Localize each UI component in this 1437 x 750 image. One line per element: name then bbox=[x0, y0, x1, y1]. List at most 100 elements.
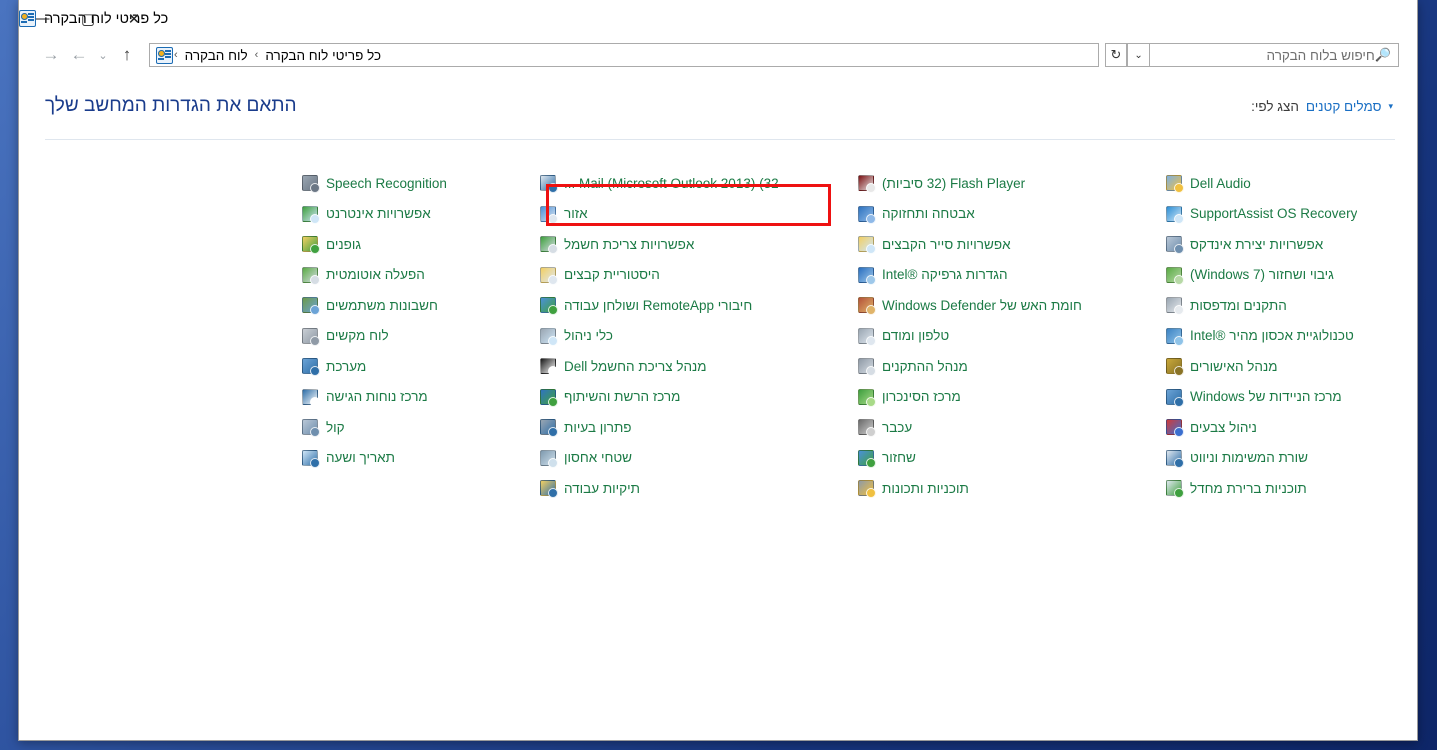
control-panel-item[interactable]: תוכניות ברירת מחדל bbox=[1165, 473, 1395, 504]
control-panel-item[interactable]: שחזור bbox=[857, 443, 1087, 474]
control-panel-item-label: מנהל ההתקנים bbox=[882, 358, 968, 374]
control-panel-item[interactable]: מערכת bbox=[301, 351, 501, 382]
internet-options-icon bbox=[301, 205, 320, 224]
refresh-button[interactable]: ↻ bbox=[1105, 43, 1127, 67]
programs-features-icon bbox=[857, 479, 876, 499]
control-panel-item[interactable]: התקנים ומדפסות bbox=[1165, 290, 1395, 321]
back-button[interactable]: ← bbox=[65, 42, 93, 68]
view-by-control[interactable]: הצג לפי: סמלים קטנים ▾ bbox=[1251, 99, 1395, 114]
control-panel-item[interactable]: אפשרויות אינטרנט bbox=[301, 199, 501, 230]
control-panel-item[interactable]: Mail (Microsoft Outlook 2013) (32 ... bbox=[539, 168, 839, 199]
control-panel-item[interactable]: תוכניות ותכונות bbox=[857, 473, 1087, 504]
control-panel-item-label: לוח מקשים bbox=[326, 328, 389, 344]
taskbar-navigation-icon bbox=[1165, 449, 1184, 468]
control-panel-item[interactable]: שורת המשימות וניווט bbox=[1165, 443, 1395, 474]
control-panel-item[interactable]: עכבר bbox=[857, 412, 1087, 443]
control-panel-item[interactable]: מרכז הרשת והשיתוף bbox=[539, 382, 839, 413]
control-panel-item[interactable]: אבטחה ותחזוקה bbox=[857, 199, 1087, 230]
control-panel-item[interactable]: טלפון ומודם bbox=[857, 321, 1087, 352]
search-box[interactable]: חיפוש בלוח הבקרה 🔍 bbox=[1149, 43, 1399, 67]
navigation-arrows: → ← ⌄ ↑ bbox=[37, 42, 141, 68]
control-panel-item-label: חומת האש של Windows Defender bbox=[882, 297, 1082, 313]
breadcrumb-separator-1: › bbox=[174, 49, 178, 61]
control-panel-item[interactable]: אפשרויות צריכת חשמל bbox=[539, 229, 839, 260]
control-panel-item-label: טכנולוגיית אכסון מהיר ®Intel bbox=[1190, 328, 1354, 344]
view-by-label: הצג לפי: bbox=[1251, 98, 1299, 114]
flash-player-icon bbox=[857, 174, 876, 194]
work-folders-icon bbox=[539, 479, 558, 499]
control-panel-item-label: שטחי אחסון bbox=[564, 450, 633, 466]
chevron-down-icon: ⌄ bbox=[1134, 49, 1143, 61]
maximize-icon: ▢ bbox=[80, 10, 96, 28]
view-by-value[interactable]: סמלים קטנים bbox=[1306, 99, 1382, 114]
control-panel-item[interactable]: הגדרות גרפיקה ®Intel bbox=[857, 260, 1087, 291]
control-panel-item-label: Flash Player (32 סיביות) bbox=[882, 175, 1026, 191]
mail-outlook-icon bbox=[539, 174, 558, 194]
items-columns: Dell Audio SupportAssist OS Recovery אפשרו… bbox=[45, 168, 1395, 504]
control-panel-item-label: שורת המשימות וניווט bbox=[1190, 450, 1308, 466]
color-management-icon bbox=[1165, 418, 1184, 438]
administrative-tools-icon bbox=[539, 327, 558, 346]
control-panel-item-label: הפעלה אוטומטית bbox=[326, 267, 425, 283]
control-panel-item[interactable]: מנהל צריכת החשמל Dell bbox=[539, 351, 839, 382]
recent-locations-button[interactable]: ⌄ bbox=[93, 42, 113, 68]
search-input[interactable]: חיפוש בלוח הבקרה bbox=[1157, 48, 1375, 63]
control-panel-item[interactable]: חומת האש של Windows Defender bbox=[857, 290, 1087, 321]
control-panel-item[interactable]: מרכז הסינכרון bbox=[857, 382, 1087, 413]
control-panel-item[interactable]: מנהל האישורים bbox=[1165, 351, 1395, 382]
control-panel-item[interactable]: אפשרויות סייר הקבצים bbox=[857, 229, 1087, 260]
control-panel-item[interactable]: לוח מקשים bbox=[301, 321, 501, 352]
control-panel-item-label: תיקיות עבודה bbox=[564, 480, 640, 496]
breadcrumb-item-control-panel[interactable]: לוח הבקרה bbox=[181, 47, 252, 64]
control-panel-item-label: חשבונות משתמשים bbox=[326, 297, 438, 313]
control-panel-item[interactable]: היסטוריית קבצים bbox=[539, 260, 839, 291]
address-toolbar: → ← ⌄ ↑ › לוח הבקרה › כל פריטי לוח הבקרה… bbox=[19, 37, 1417, 73]
control-panel-item[interactable]: מנהל ההתקנים bbox=[857, 351, 1087, 382]
recovery-icon bbox=[857, 449, 876, 468]
control-panel-item[interactable]: כלי ניהול bbox=[539, 321, 839, 352]
file-explorer-options-icon bbox=[857, 235, 876, 255]
breadcrumb-item-all-items[interactable]: כל פריטי לוח הבקרה bbox=[261, 47, 385, 64]
control-panel-item[interactable]: Dell Audio bbox=[1165, 168, 1395, 199]
control-panel-item[interactable]: תאריך ושעה bbox=[301, 443, 501, 474]
control-panel-item-label: תוכניות ברירת מחדל bbox=[1190, 480, 1307, 496]
address-bar[interactable]: › לוח הבקרה › כל פריטי לוח הבקרה bbox=[149, 43, 1099, 67]
control-panel-item[interactable]: חיבורי RemoteApp ושולחן עבודה bbox=[539, 290, 839, 321]
control-panel-item[interactable]: תיקיות עבודה bbox=[539, 473, 839, 504]
control-panel-item[interactable]: קול bbox=[301, 412, 501, 443]
back-arrow-icon: ← bbox=[70, 45, 88, 64]
chevron-down-icon[interactable]: ▾ bbox=[1388, 101, 1393, 112]
minimize-icon: — bbox=[34, 10, 50, 27]
close-button[interactable]: ✕ bbox=[111, 0, 157, 37]
control-panel-item[interactable]: הפעלה אוטומטית bbox=[301, 260, 501, 291]
up-button[interactable]: ↑ bbox=[113, 42, 141, 68]
control-panel-item[interactable]: מרכז נוחות הגישה bbox=[301, 382, 501, 413]
control-panel-item[interactable]: טכנולוגיית אכסון מהיר ®Intel bbox=[1165, 321, 1395, 352]
control-panel-item[interactable]: SupportAssist OS Recovery bbox=[1165, 199, 1395, 230]
control-panel-item-label: חיבורי RemoteApp ושולחן עבודה bbox=[564, 297, 753, 313]
control-panel-item[interactable]: אפשרויות יצירת אינדקס bbox=[1165, 229, 1395, 260]
maximize-button[interactable]: ▢ bbox=[65, 0, 111, 37]
search-icon: 🔍 bbox=[1374, 47, 1391, 62]
mobility-center-icon bbox=[1165, 388, 1184, 407]
indexing-options-icon bbox=[1165, 235, 1184, 255]
control-panel-item-label: אפשרויות סייר הקבצים bbox=[882, 236, 1011, 252]
control-panel-item[interactable]: שטחי אחסון bbox=[539, 443, 839, 474]
remoteapp-connections-icon bbox=[539, 296, 558, 316]
control-panel-item[interactable]: ניהול צבעים bbox=[1165, 412, 1395, 443]
address-history-button[interactable]: ⌄ bbox=[1127, 43, 1149, 67]
control-panel-item[interactable]: אזור bbox=[539, 199, 839, 230]
forward-button[interactable]: → bbox=[37, 42, 65, 68]
up-arrow-icon: ↑ bbox=[122, 45, 132, 64]
control-panel-item[interactable]: Flash Player (32 סיביות) bbox=[857, 168, 1087, 199]
control-panel-item[interactable]: גופנים bbox=[301, 229, 501, 260]
control-panel-item[interactable]: מרכז הניידות של Windows bbox=[1165, 382, 1395, 413]
close-icon: ✕ bbox=[127, 10, 141, 28]
control-panel-item[interactable]: פתרון בעיות bbox=[539, 412, 839, 443]
network-sharing-center-icon bbox=[539, 388, 558, 407]
supportassist-icon bbox=[1165, 205, 1184, 224]
control-panel-item[interactable]: חשבונות משתמשים bbox=[301, 290, 501, 321]
control-panel-item[interactable]: גיבוי ושחזור (Windows 7) bbox=[1165, 260, 1395, 291]
control-panel-item[interactable]: Speech Recognition bbox=[301, 168, 501, 199]
mouse-icon bbox=[857, 418, 876, 438]
